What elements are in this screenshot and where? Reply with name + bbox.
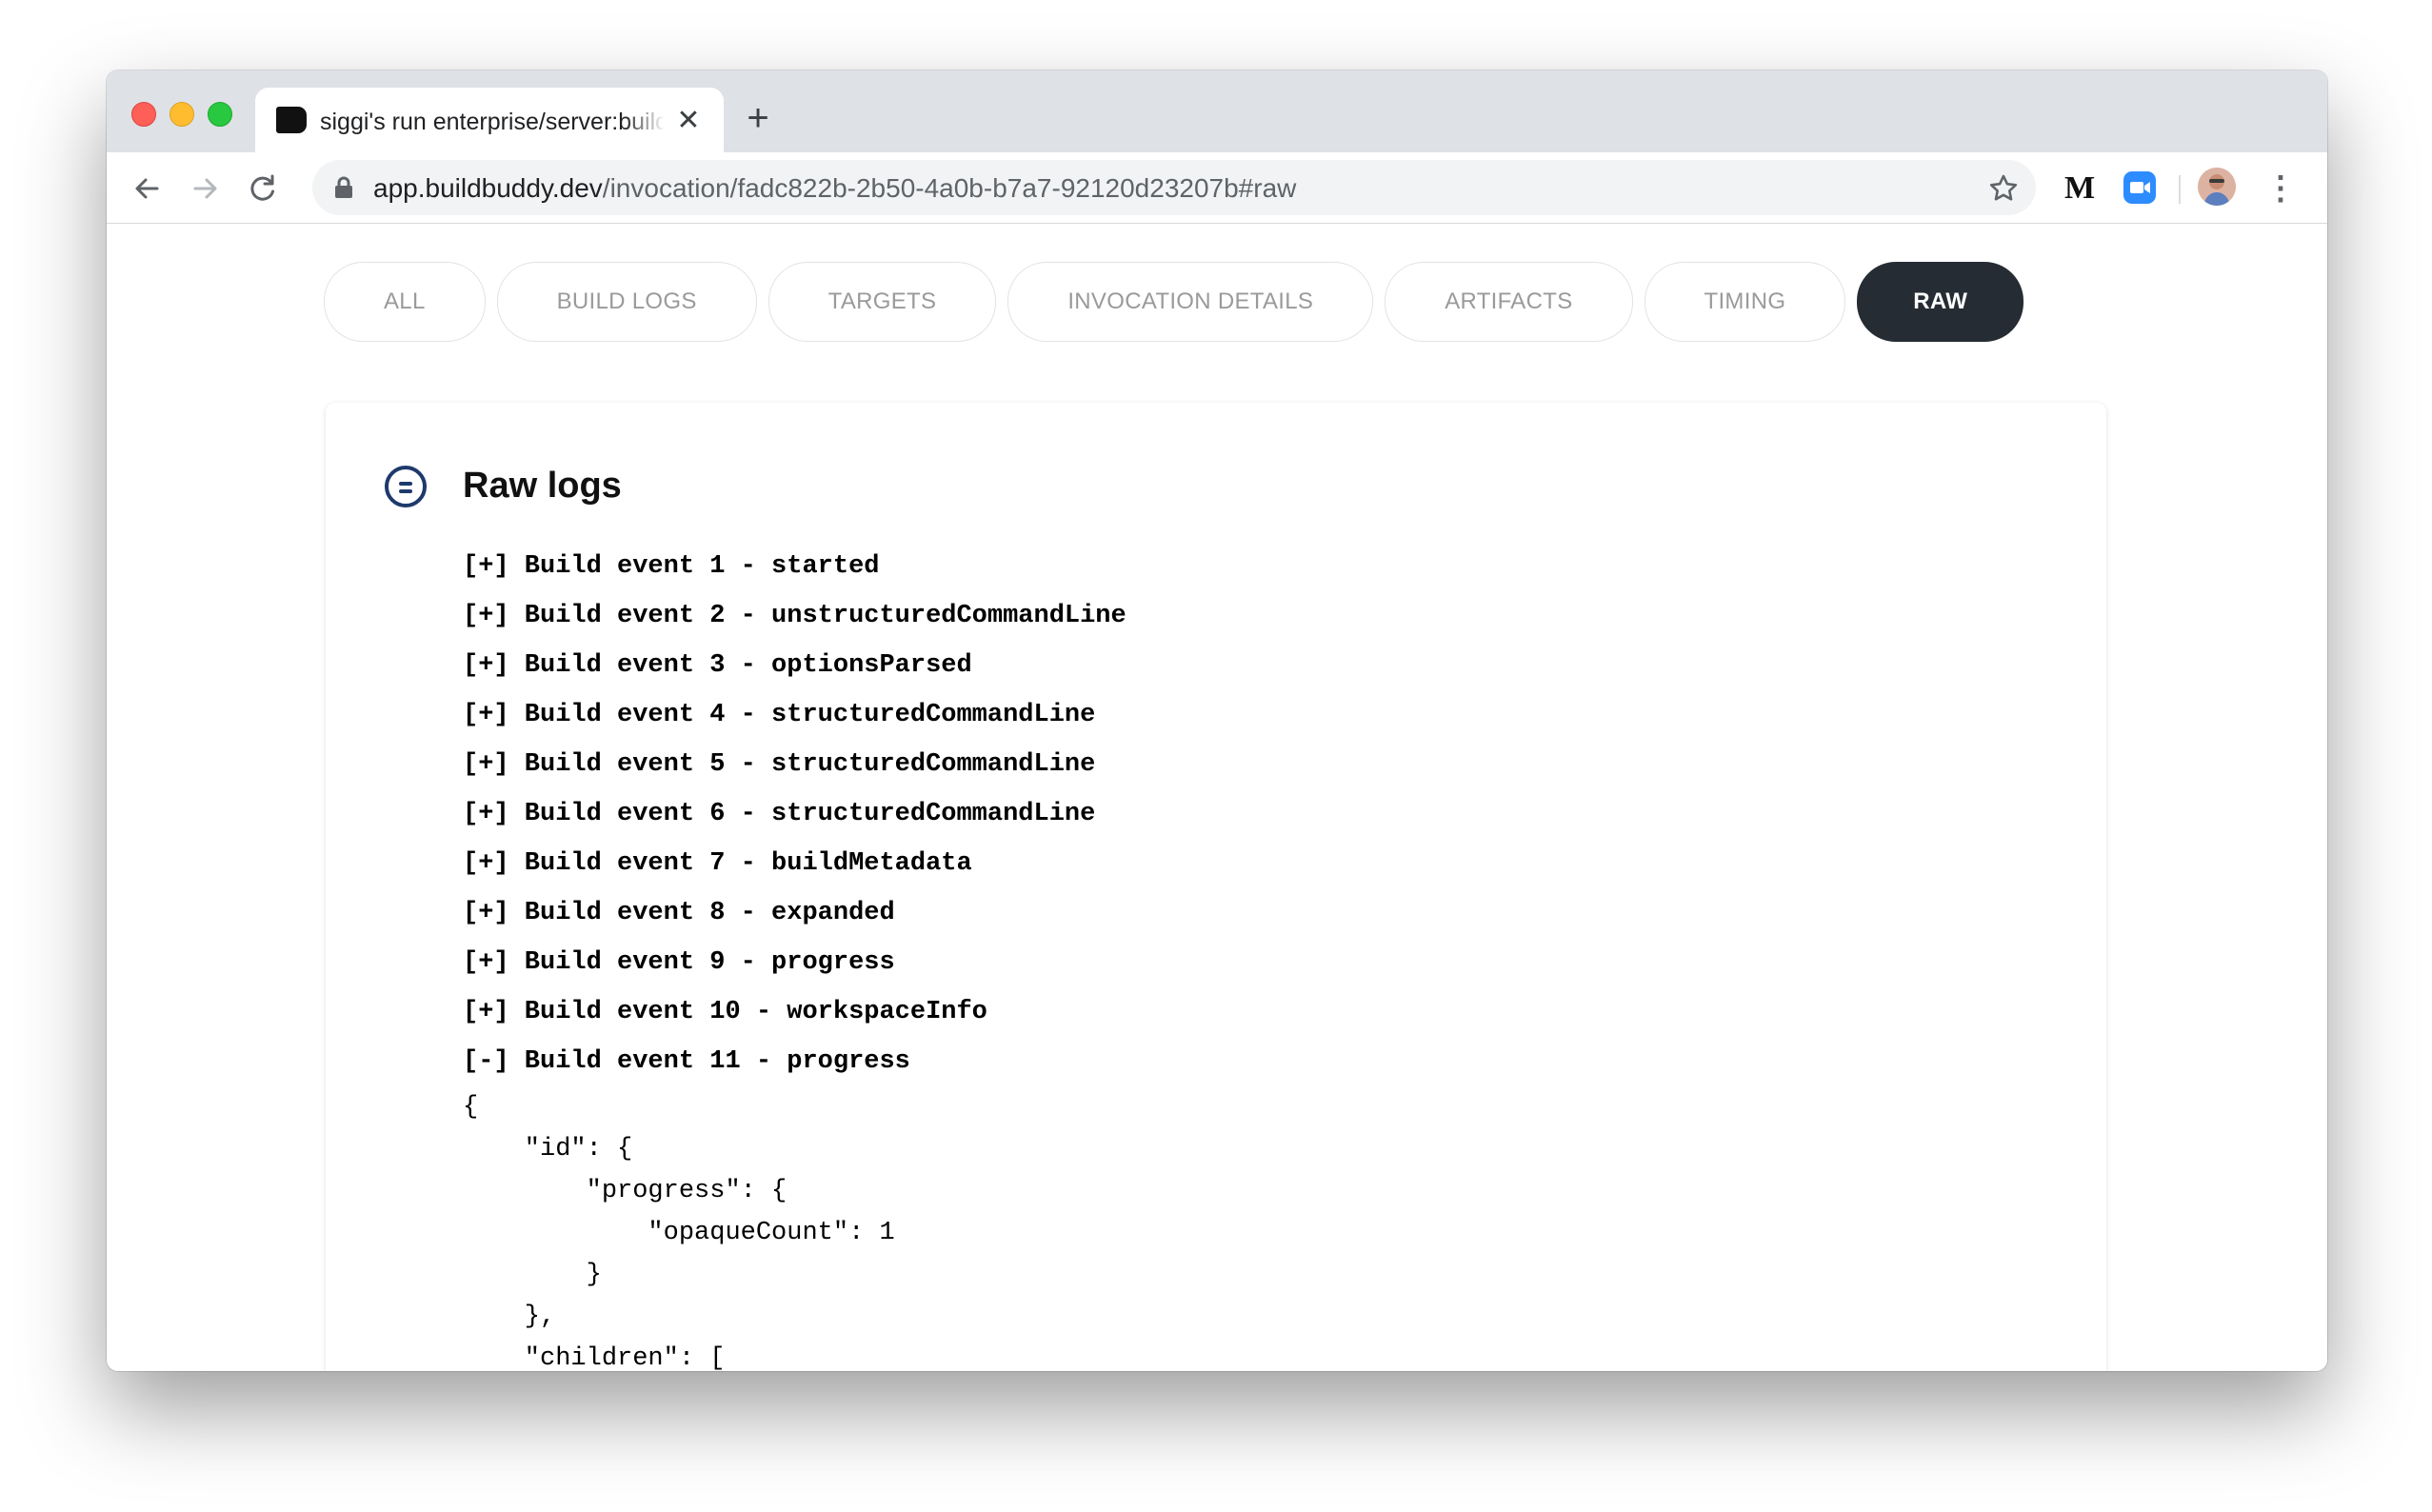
raw-logs-card: Raw logs [+] Build event 1 - started [+]…: [326, 403, 2106, 1371]
address-bar[interactable]: app.buildbuddy.dev/invocation/fadc822b-2…: [312, 160, 2036, 215]
page-content: ALL BUILD LOGS TARGETS INVOCATION DETAIL…: [107, 224, 2327, 1371]
minimize-window-button[interactable]: [169, 102, 194, 127]
tab-build-logs[interactable]: BUILD LOGS: [496, 262, 757, 342]
event-json-line: "progress": {: [463, 1177, 787, 1205]
build-event-row[interactable]: [+] Build event 1 - started: [463, 542, 1126, 591]
event-json-line: "opaqueCount": 1: [463, 1219, 895, 1247]
tab-targets[interactable]: TARGETS: [767, 262, 997, 342]
build-event-row[interactable]: [+] Build event 4 - structuredCommandLin…: [463, 690, 1126, 740]
url-path: /invocation/fadc822b-2b50-4a0b-b7a7-9212…: [602, 173, 1297, 203]
event-json-line: {: [463, 1093, 479, 1122]
profile-avatar[interactable]: [2198, 168, 2236, 206]
url-text: app.buildbuddy.dev/invocation/fadc822b-2…: [373, 172, 1296, 205]
raw-logs-icon: [385, 466, 427, 507]
reload-icon[interactable]: [246, 171, 280, 206]
build-event-row[interactable]: [+] Build event 9 - progress: [463, 938, 1126, 987]
build-event-row[interactable]: [+] Build event 7 - buildMetadata: [463, 839, 1126, 888]
bookmark-star-icon[interactable]: [1988, 173, 2019, 204]
medium-extension-icon[interactable]: M: [2061, 171, 2099, 206]
back-icon[interactable]: [130, 171, 164, 206]
event-json-line: "id": {: [463, 1135, 633, 1164]
build-event-row[interactable]: [+] Build event 5 - structuredCommandLin…: [463, 740, 1126, 789]
build-event-row[interactable]: [+] Build event 2 - unstructuredCommandL…: [463, 591, 1126, 641]
tab-invocation-details[interactable]: INVOCATION DETAILS: [1007, 262, 1374, 342]
browser-tab[interactable]: siggi's run enterprise/server:buildbuddy…: [255, 88, 724, 152]
event-json-line: },: [463, 1303, 556, 1331]
url-host: app.buildbuddy.dev: [373, 173, 603, 203]
forward-icon[interactable]: [189, 171, 223, 206]
close-tab-icon[interactable]: ✕: [672, 105, 705, 137]
tab-artifacts[interactable]: ARTIFACTS: [1385, 262, 1633, 342]
tab-all[interactable]: ALL: [324, 262, 486, 342]
toolbar-separator: [2179, 175, 2181, 204]
browser-toolbar: app.buildbuddy.dev/invocation/fadc822b-2…: [107, 152, 2327, 224]
tab-strip: siggi's run enterprise/server:buildbuddy…: [107, 70, 2327, 152]
build-event-row-expanded[interactable]: [-] Build event 11 - progress: [463, 1037, 1126, 1086]
zoom-window-button[interactable]: [208, 102, 232, 127]
tab-timing[interactable]: TIMING: [1644, 262, 1846, 342]
event-json-line: "children": [: [463, 1344, 726, 1371]
card-title: Raw logs: [463, 466, 622, 506]
build-event-row[interactable]: [+] Build event 6 - structuredCommandLin…: [463, 789, 1126, 839]
browser-window: siggi's run enterprise/server:buildbuddy…: [107, 70, 2327, 1371]
zoom-extension-icon[interactable]: [2123, 171, 2156, 204]
lock-icon: [333, 176, 354, 199]
buildbuddy-favicon-icon: [276, 107, 307, 133]
invocation-tabs: ALL BUILD LOGS TARGETS INVOCATION DETAIL…: [324, 262, 2024, 342]
build-event-row[interactable]: [+] Build event 10 - workspaceInfo: [463, 987, 1126, 1037]
tab-raw[interactable]: RAW: [1857, 262, 2024, 342]
event-json-line: }: [463, 1261, 602, 1289]
tab-title: siggi's run enterprise/server:buildbuddy: [320, 109, 665, 135]
close-window-button[interactable]: [131, 102, 156, 127]
browser-menu-icon[interactable]: ⋮: [2264, 171, 2297, 206]
new-tab-button[interactable]: +: [739, 99, 777, 137]
build-event-row[interactable]: [+] Build event 8 - expanded: [463, 888, 1126, 938]
raw-logs-list: [+] Build event 1 - started [+] Build ev…: [463, 542, 1126, 1371]
build-event-row[interactable]: [+] Build event 3 - optionsParsed: [463, 641, 1126, 690]
